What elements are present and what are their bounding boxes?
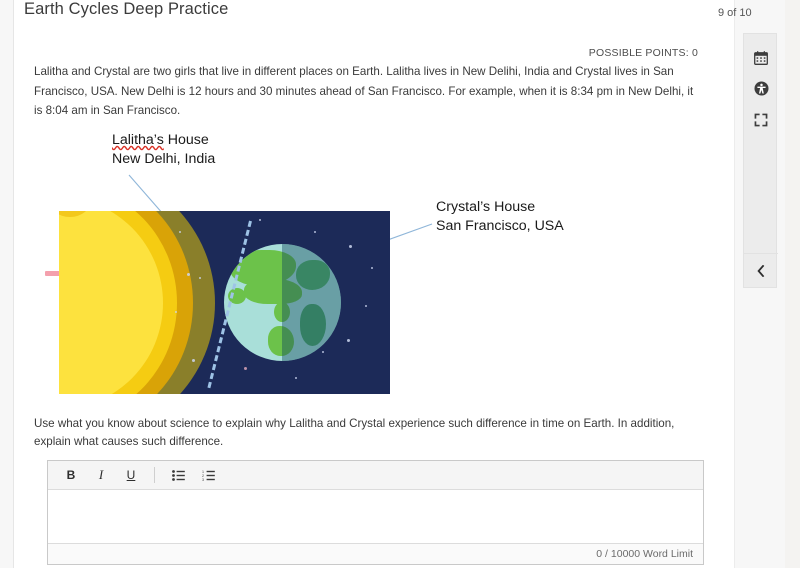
bulleted-list-icon — [171, 469, 185, 481]
task-instructions: Use what you know about science to expla… — [34, 417, 675, 448]
star — [349, 245, 352, 248]
editor-toolbar: B I U 1 2 3 — [48, 461, 703, 490]
sun-graphic — [59, 211, 215, 394]
star — [259, 219, 261, 221]
star — [179, 231, 181, 233]
earth-night-side — [282, 244, 341, 361]
fullscreen-icon — [754, 113, 768, 126]
bulleted-list-button[interactable] — [165, 464, 191, 486]
calendar-icon — [754, 50, 768, 65]
word-limit-status: 0 / 10000 Word Limit — [48, 543, 703, 564]
star — [365, 305, 367, 307]
star — [244, 367, 247, 370]
label-lalitha-house: Lalitha’s House New Delhi, India — [112, 131, 215, 169]
app-root: Earth Cycles Deep Practice POSSIBLE POIN… — [0, 0, 800, 568]
calendar-button[interactable] — [744, 42, 778, 73]
sun-core — [59, 211, 163, 394]
rich-text-editor[interactable]: B I U 1 2 3 0 / 10000 Word Limit — [47, 460, 704, 565]
side-toolbar — [743, 33, 778, 288]
chevron-left-icon — [757, 264, 765, 277]
question-card: Earth Cycles Deep Practice POSSIBLE POIN… — [13, 0, 735, 568]
svg-text:3: 3 — [202, 478, 204, 481]
star — [371, 267, 373, 269]
collapse-panel-button[interactable] — [744, 253, 778, 287]
prompt-paragraph: Lalitha and Crystal are two girls that l… — [34, 65, 694, 118]
editor-text-area[interactable] — [48, 490, 703, 543]
earth-sun-illustration: Lalitha’s House New Delhi, India Crystal… — [34, 128, 704, 400]
numbered-list-icon: 1 2 3 — [202, 470, 215, 481]
star — [192, 359, 195, 362]
question-pagination: 9 of 10 — [718, 7, 752, 19]
possible-points-label: POSSIBLE POINTS: 0 — [588, 47, 698, 59]
numbered-list-button[interactable]: 1 2 3 — [195, 464, 221, 486]
page-title: Earth Cycles Deep Practice — [24, 0, 229, 18]
accessibility-button[interactable] — [744, 73, 778, 104]
label-crystal-location: San Francisco, USA — [436, 218, 564, 234]
space-scene — [59, 211, 390, 394]
bold-button[interactable]: B — [58, 464, 84, 486]
label-crystal-house: Crystal’s House San Francisco, USA — [436, 198, 564, 236]
star — [187, 273, 190, 276]
star — [175, 311, 177, 313]
label-lalitha-suffix: House — [163, 132, 209, 148]
accessibility-icon — [754, 81, 768, 96]
toolbar-divider — [154, 467, 155, 483]
fullscreen-button[interactable] — [744, 104, 778, 135]
star — [199, 277, 201, 279]
right-gutter — [785, 0, 800, 568]
label-lalitha-location: New Delhi, India — [112, 151, 216, 167]
star — [295, 377, 297, 379]
label-crystal-title: Crystal’s House — [436, 199, 536, 215]
star — [347, 339, 350, 342]
star — [314, 231, 316, 233]
italic-button[interactable]: I — [88, 464, 114, 486]
underline-button[interactable]: U — [118, 464, 144, 486]
label-lalitha-name: Lalitha’s — [112, 132, 164, 148]
